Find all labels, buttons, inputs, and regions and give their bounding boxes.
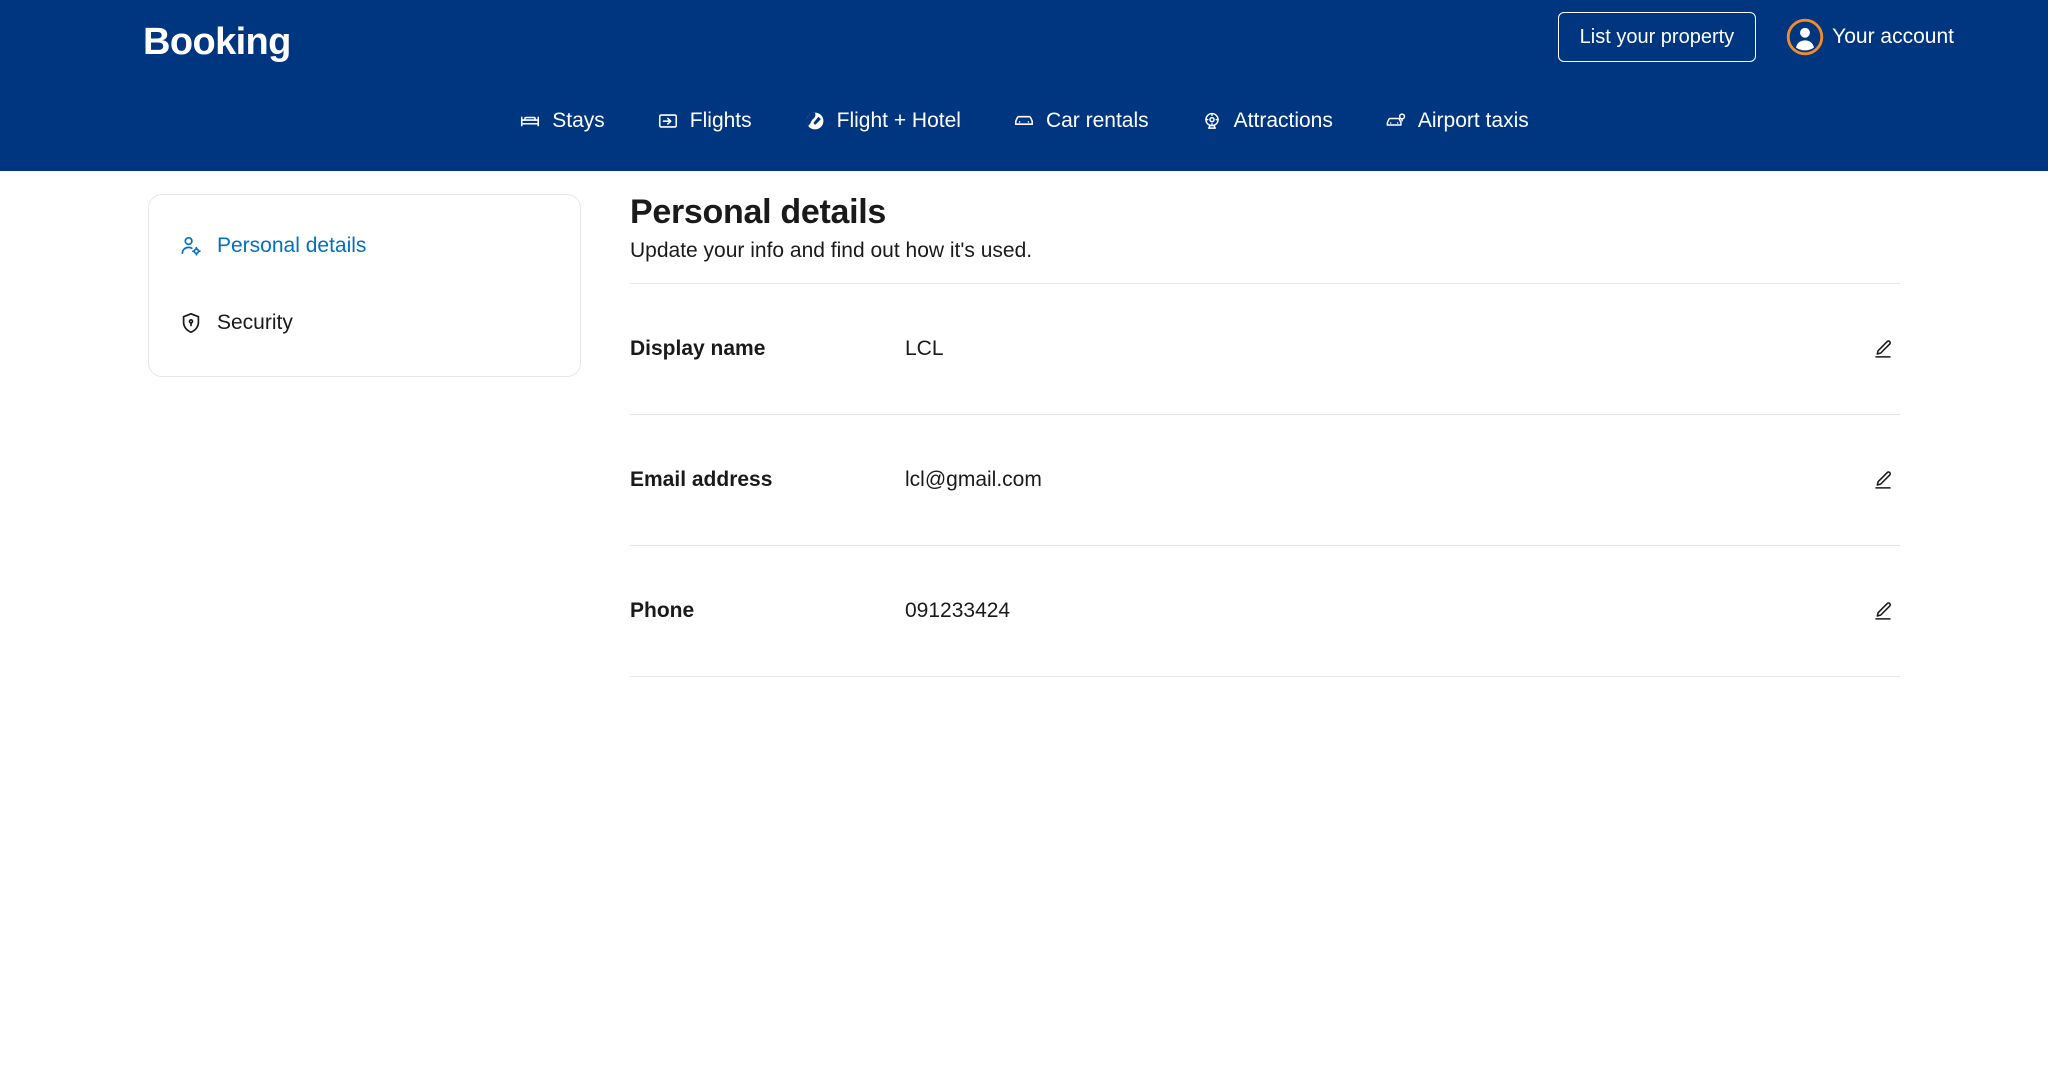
car-icon (1013, 110, 1035, 132)
nav-label: Attractions (1233, 109, 1333, 132)
personal-details-panel: Personal details Update your info and fi… (630, 191, 1900, 677)
nav-label: Flight + Hotel (836, 109, 961, 132)
nav-label: Stays (552, 109, 605, 132)
nav-item-airport-taxis[interactable]: Airport taxis (1359, 104, 1555, 138)
sidebar-card: Personal details Security (148, 194, 581, 377)
nav-item-flights[interactable]: Flights (631, 104, 778, 138)
page-body: Personal details Security Personal detai… (0, 171, 2048, 1088)
nav-item-flight-hotel[interactable]: Flight + Hotel (778, 104, 987, 138)
taxi-icon (1385, 110, 1407, 132)
plane-ticket-icon (657, 110, 679, 132)
nav-item-car-rentals[interactable]: Car rentals (987, 104, 1175, 138)
site-header: Booking List your property Your account (0, 0, 2048, 171)
edit-display-name-button[interactable] (1866, 332, 1900, 366)
nav-label: Flights (689, 109, 752, 132)
nav-item-stays[interactable]: Stays (493, 104, 631, 138)
shield-keyhole-icon (179, 311, 203, 335)
settings-sidebar: Personal details Security (148, 194, 581, 377)
nav-label: Car rentals (1045, 109, 1149, 132)
pencil-edit-icon (1872, 338, 1894, 360)
nav-item-attractions[interactable]: Attractions (1175, 104, 1359, 138)
globe-plane-icon (804, 110, 826, 132)
detail-label: Phone (630, 599, 695, 622)
header-actions: List your property Your account (1557, 12, 1954, 62)
sidebar-item-label: Personal details (217, 234, 367, 257)
detail-label: Email address (630, 468, 773, 491)
page-subtitle: Update your info and find out how it's u… (630, 239, 1033, 262)
divider (630, 676, 1900, 677)
bed-icon (519, 110, 541, 132)
detail-value: lcl@gmail.com (905, 468, 1042, 491)
edit-phone-button[interactable] (1866, 594, 1900, 628)
page-title: Personal details (630, 193, 886, 231)
your-account-label: Your account (1832, 25, 1954, 48)
sidebar-item-label: Security (217, 311, 293, 334)
header-top-bar: Booking List your property Your account (0, 0, 2048, 88)
user-avatar-icon (1786, 18, 1824, 56)
list-your-property-button[interactable]: List your property (1557, 12, 1757, 62)
detail-value: LCL (905, 337, 944, 360)
detail-row-phone: Phone 091233424 (630, 546, 1900, 676)
nav-label: Airport taxis (1417, 109, 1529, 132)
edit-email-address-button[interactable] (1866, 463, 1900, 497)
pencil-edit-icon (1872, 469, 1894, 491)
detail-label: Display name (630, 337, 766, 360)
detail-row-display-name: Display name LCL (630, 284, 1900, 414)
primary-nav: Stays Flights Flight + Hotel Car rentals… (0, 104, 2048, 138)
detail-row-email-address: Email address lcl@gmail.com (630, 415, 1900, 545)
person-gear-icon (179, 234, 203, 258)
sidebar-item-personal-details[interactable]: Personal details (149, 223, 580, 269)
sidebar-item-security[interactable]: Security (149, 300, 580, 346)
detail-value: 091233424 (905, 599, 1011, 622)
your-account-link[interactable]: Your account (1786, 18, 1954, 56)
brand-logo[interactable]: Booking (143, 18, 291, 66)
pencil-edit-icon (1872, 600, 1894, 622)
ferris-wheel-icon (1201, 110, 1223, 132)
